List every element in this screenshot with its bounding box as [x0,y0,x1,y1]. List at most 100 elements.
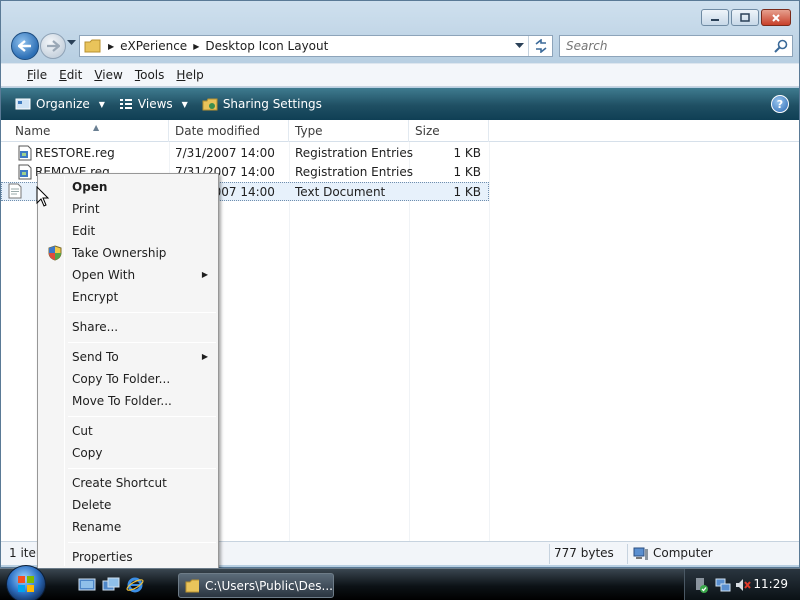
menu-item-cut[interactable]: Cut [40,420,216,442]
menu-item-create-shortcut[interactable]: Create Shortcut [40,472,216,494]
internet-explorer-icon[interactable] [126,576,144,594]
forward-arrow-icon [47,40,60,52]
column-header-date[interactable]: Date modified [169,120,289,142]
taskbar: C:\Users\Public\Des... 11:29 [0,565,800,600]
table-row[interactable]: RESTORE.reg 7/31/2007 14:00 Registration… [1,144,489,163]
breadcrumb-item-experience[interactable]: eXPerience [120,39,187,53]
mouse-cursor-icon [36,186,50,207]
column-header-type[interactable]: Type [289,120,409,142]
recent-pages-dropdown-icon[interactable] [67,40,76,46]
breadcrumb-separator-icon[interactable]: ▶ [108,42,114,51]
switch-windows-icon[interactable] [102,576,120,594]
views-icon [119,99,132,109]
menu-item-move-to-folder[interactable]: Move To Folder... [40,390,216,412]
forward-button[interactable] [40,33,66,59]
start-button[interactable] [6,565,46,600]
sharing-settings-icon [202,98,218,111]
column-divider [489,142,490,541]
file-size: 1 KB [453,185,481,199]
search-input[interactable] [560,39,760,53]
status-location: Computer [653,546,713,560]
back-arrow-icon [18,40,31,52]
menu-item-rename[interactable]: Rename [40,516,216,538]
context-menu: Open Print Edit Take Ownership Open With… [37,173,219,569]
menu-view[interactable]: View [88,68,128,82]
quick-launch [78,576,144,594]
computer-icon [633,547,648,560]
minimize-icon [711,18,719,21]
minimize-button[interactable] [701,9,729,26]
menu-help[interactable]: Help [170,68,209,82]
menu-bar: File Edit View Tools Help [1,63,799,87]
sort-indicator-icon: ▲ [93,123,100,132]
file-name: RESTORE.reg [35,146,115,160]
address-dropdown-icon[interactable] [515,43,524,49]
menu-separator [68,542,216,543]
column-divider [289,142,290,541]
file-type: Registration Entries [295,165,413,179]
sharing-settings-button[interactable]: Sharing Settings [202,97,322,111]
taskbar-button-explorer[interactable]: C:\Users\Public\Des... [178,573,334,598]
search-box[interactable] [559,35,793,57]
text-file-icon [8,183,22,199]
menu-separator [68,416,216,417]
column-header-row: Name ▲ Date modified Type Size [1,120,799,142]
close-icon [772,13,780,22]
navigation-row: ▶ eXPerience ▶ Desktop Icon Layout [9,31,793,61]
menu-item-send-to[interactable]: Send To ▶ [40,346,216,368]
registry-file-icon [18,164,32,180]
menu-item-take-ownership[interactable]: Take Ownership [40,242,216,264]
network-icon[interactable] [715,577,731,593]
address-bar[interactable]: ▶ eXPerience ▶ Desktop Icon Layout [79,35,553,57]
system-clock[interactable]: 11:29 [753,577,788,591]
close-button[interactable] [761,9,791,26]
breadcrumb-item-current-folder[interactable]: Desktop Icon Layout [205,39,328,53]
show-desktop-icon[interactable] [78,576,96,594]
menu-item-share[interactable]: Share... [40,316,216,338]
chevron-down-icon: ▼ [181,99,188,109]
breadcrumb: ▶ eXPerience ▶ Desktop Icon Layout [108,39,328,53]
breadcrumb-separator-icon[interactable]: ▶ [193,42,199,51]
menu-item-copy-to-folder[interactable]: Copy To Folder... [40,368,216,390]
menu-item-open-with[interactable]: Open With ▶ [40,264,216,286]
menu-tools[interactable]: Tools [129,68,171,82]
maximize-icon [740,13,750,22]
column-divider [409,142,410,541]
file-date: 7/31/2007 14:00 [175,146,275,160]
organize-icon [15,98,31,110]
menu-item-copy[interactable]: Copy [40,442,216,464]
folder-icon [185,579,199,592]
security-center-icon[interactable] [693,577,709,593]
chevron-down-icon: ▼ [98,99,105,109]
organize-button[interactable]: Organize ▼ [15,97,105,111]
volume-muted-icon[interactable] [735,577,751,593]
menu-item-delete[interactable]: Delete [40,494,216,516]
column-header-name[interactable]: Name ▲ [9,120,169,142]
maximize-button[interactable] [731,9,759,26]
file-size: 1 KB [453,146,481,160]
menu-edit[interactable]: Edit [53,68,88,82]
refresh-icon [535,39,546,53]
folder-icon [84,39,101,53]
menu-separator [68,468,216,469]
menu-separator [68,312,216,313]
menu-item-properties[interactable]: Properties [40,546,216,568]
refresh-button[interactable] [528,36,552,56]
help-button[interactable]: ? [771,95,789,113]
column-header-size[interactable]: Size [409,120,489,142]
submenu-arrow-icon: ▶ [201,270,208,279]
search-icon[interactable] [774,39,788,53]
file-type: Text Document [295,185,386,199]
menu-item-edit[interactable]: Edit [40,220,216,242]
registry-file-icon [18,145,32,161]
menu-item-encrypt[interactable]: Encrypt [40,286,216,308]
back-button[interactable] [11,32,39,60]
submenu-arrow-icon: ▶ [201,352,208,361]
command-bar: Organize ▼ Views ▼ Sharing Settings ? [1,88,799,120]
menu-item-open[interactable]: Open [40,176,216,198]
menu-file[interactable]: File [21,68,53,82]
file-type: Registration Entries [295,146,413,160]
views-button[interactable]: Views ▼ [119,97,188,111]
menu-separator [68,342,216,343]
menu-item-print[interactable]: Print [40,198,216,220]
